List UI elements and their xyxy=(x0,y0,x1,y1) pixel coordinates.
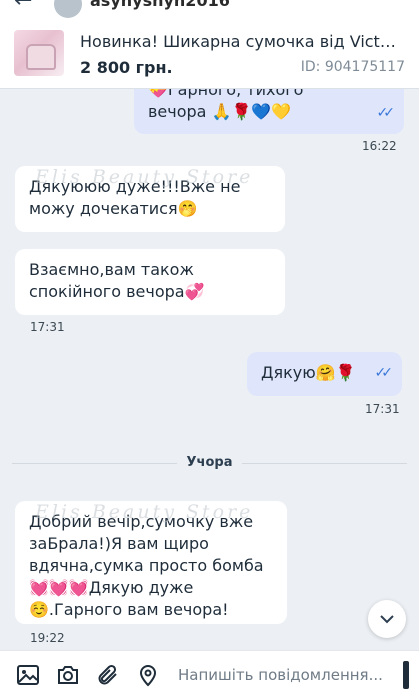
avatar[interactable] xyxy=(54,0,82,18)
location-pin-icon[interactable] xyxy=(136,663,160,687)
message-text: Добрий вечір,сумочку вже заБрала!)Я вам … xyxy=(29,512,264,619)
message-time: 16:22 xyxy=(362,139,397,153)
scroll-down-button[interactable] xyxy=(368,600,406,638)
watermark: Elis Beauty Store xyxy=(35,166,254,188)
product-price: 2 800 грн. xyxy=(80,58,173,77)
message-text: Взаємно,вам також спокійного вечора💞 xyxy=(29,260,205,301)
message-incoming[interactable]: Дякуююю дуже!!!Вже не можу дочекатися🤭 E… xyxy=(15,166,285,232)
message-outgoing[interactable]: 💝Гарного, тихого вечора 🙏🌹💙💛 ✓✓ xyxy=(134,89,404,134)
read-checkmarks-icon: ✓✓ xyxy=(376,105,396,121)
chat-header: ← asynysnyn2016 xyxy=(0,0,419,20)
message-time: 17:31 xyxy=(365,402,400,416)
camera-icon[interactable] xyxy=(56,663,80,687)
send-button[interactable] xyxy=(403,661,409,689)
message-composer: Напишіть повідомлення... xyxy=(0,650,419,700)
message-incoming[interactable]: Добрий вечір,сумочку вже заБрала!)Я вам … xyxy=(15,501,287,624)
message-list[interactable]: 💝Гарного, тихого вечора 🙏🌹💙💛 ✓✓ 16:22 Дя… xyxy=(0,89,419,650)
message-input[interactable]: Напишіть повідомлення... xyxy=(178,666,383,684)
product-title: Новинка! Шикарна сумочка від Victoria's.… xyxy=(80,32,405,51)
message-outgoing[interactable]: Дякую🤗🌹 ✓✓ xyxy=(247,352,402,396)
message-time: 17:31 xyxy=(30,320,65,334)
message-text: Дякую🤗🌹 xyxy=(261,363,356,382)
watermark: Elis Beauty Store xyxy=(35,501,254,523)
message-text: 💝Гарного, тихого вечора 🙏🌹💙💛 xyxy=(148,89,304,121)
read-checkmarks-icon: ✓✓ xyxy=(374,365,394,381)
product-card[interactable]: Новинка! Шикарна сумочка від Victoria's.… xyxy=(0,20,419,89)
chat-username[interactable]: asynysnyn2016 xyxy=(90,0,230,10)
product-id: ID: 904175117 xyxy=(300,59,405,75)
image-icon[interactable] xyxy=(16,663,40,687)
day-separator-label: Учора xyxy=(0,455,419,470)
chevron-down-icon xyxy=(380,615,394,624)
message-incoming[interactable]: Взаємно,вам також спокійного вечора💞 xyxy=(15,249,285,315)
message-time: 19:22 xyxy=(30,631,65,645)
arrow-left-icon[interactable]: ← xyxy=(14,0,32,13)
paperclip-icon[interactable] xyxy=(96,663,120,687)
product-thumbnail[interactable] xyxy=(14,30,64,76)
